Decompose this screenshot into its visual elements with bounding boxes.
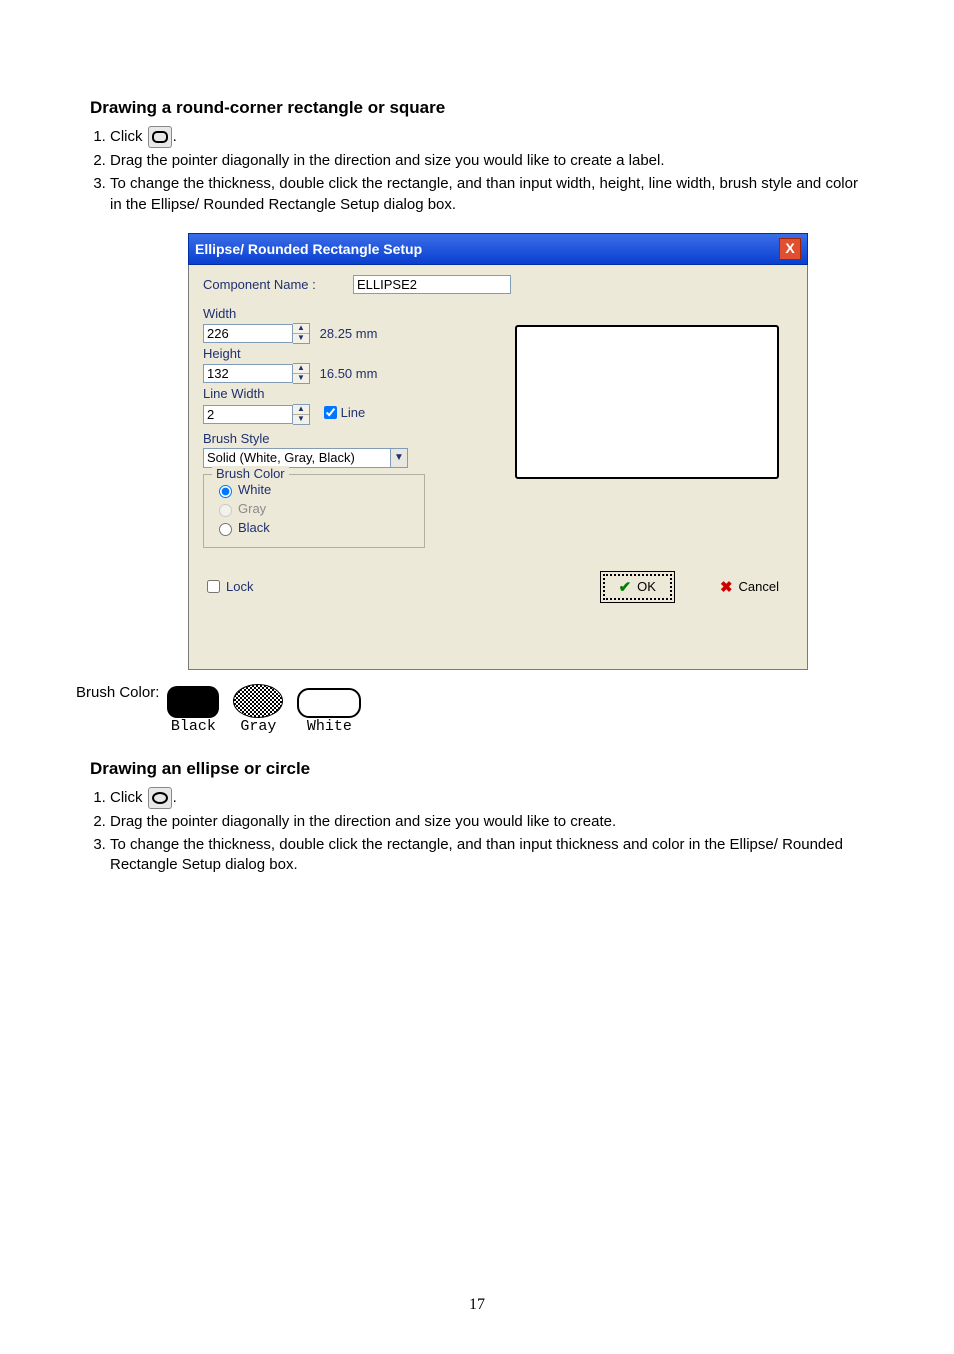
page-number: 17 [90, 1296, 864, 1314]
section-heading-ellipse: Drawing an ellipse or circle [90, 759, 864, 779]
radio-white-label: White [238, 482, 271, 497]
cancel-button-label: Cancel [739, 579, 779, 594]
step-b1: Click . [110, 787, 864, 809]
rounded-rect-tool-icon [148, 126, 172, 148]
step-1: Click . [110, 126, 864, 148]
dialog-body: Component Name : Width ▲▼ 28.25 mm Heigh… [188, 265, 808, 670]
spin-down-icon[interactable]: ▼ [293, 415, 309, 424]
close-button[interactable]: X [779, 238, 801, 260]
shape-preview [515, 325, 779, 479]
line-checkbox-label: Line [341, 405, 366, 420]
ok-button-label: OK [637, 579, 656, 594]
step-2: Drag the pointer diagonally in the direc… [110, 151, 864, 171]
radio-white[interactable]: White [214, 482, 414, 498]
brushstyle-select[interactable]: ▼ [203, 448, 408, 468]
ellipse-tool-icon [148, 787, 172, 809]
check-icon: ✔ [619, 578, 632, 596]
cancel-button[interactable]: ✖ Cancel [706, 574, 793, 600]
dropdown-arrow-icon[interactable]: ▼ [391, 448, 408, 468]
swatch-white-label: White [297, 718, 361, 735]
step-b1-text-a: Click [110, 789, 147, 806]
lock-checkbox[interactable]: Lock [203, 577, 253, 596]
radio-gray: Gray [214, 501, 414, 517]
width-input[interactable] [203, 324, 293, 343]
radio-gray-label: Gray [238, 501, 266, 516]
linewidth-spin-buttons[interactable]: ▲▼ [293, 404, 310, 425]
swatch-gray-icon [233, 684, 283, 718]
brush-color-example-label: Brush Color: [76, 684, 159, 701]
section-heading-rounded-rect: Drawing a round-corner rectangle or squa… [90, 98, 864, 118]
swatch-gray-col: Gray [233, 684, 283, 735]
swatch-black-label: Black [167, 718, 219, 735]
brush-color-example: Brush Color: Black Gray White [76, 684, 864, 735]
dialog-title: Ellipse/ Rounded Rectangle Setup [195, 241, 422, 257]
step-1-text-b: . [173, 128, 177, 145]
steps-ellipse: Click . Drag the pointer diagonally in t… [110, 787, 864, 876]
lock-checkbox-input[interactable] [207, 580, 220, 593]
width-spin-buttons[interactable]: ▲▼ [293, 323, 310, 344]
swatch-white-col: White [297, 688, 361, 735]
radio-black[interactable]: Black [214, 520, 414, 536]
height-spinner[interactable]: ▲▼ [203, 363, 310, 384]
spin-down-icon[interactable]: ▼ [293, 334, 309, 343]
lock-checkbox-label: Lock [226, 579, 253, 594]
brush-color-group: Brush Color White Gray Black [203, 474, 425, 548]
width-mm: 28.25 mm [320, 326, 378, 341]
dialog-title-bar: Ellipse/ Rounded Rectangle Setup X [188, 233, 808, 265]
swatch-gray-label: Gray [233, 718, 283, 735]
linewidth-input[interactable] [203, 405, 293, 424]
step-b3: To change the thickness, double click th… [110, 835, 864, 876]
step-3: To change the thickness, double click th… [110, 174, 864, 215]
line-checkbox[interactable]: Line [320, 403, 366, 422]
step-b1-text-b: . [173, 789, 177, 806]
steps-rounded-rect: Click . Drag the pointer diagonally in t… [110, 126, 864, 215]
radio-white-input[interactable] [219, 485, 232, 498]
linewidth-spinner[interactable]: ▲▼ [203, 404, 310, 425]
swatch-black-icon [167, 686, 219, 718]
line-checkbox-input[interactable] [324, 406, 337, 419]
width-spinner[interactable]: ▲▼ [203, 323, 310, 344]
brush-color-legend: Brush Color [212, 466, 289, 481]
height-input[interactable] [203, 364, 293, 383]
component-name-input[interactable] [353, 275, 511, 294]
radio-black-label: Black [238, 520, 270, 535]
height-spin-buttons[interactable]: ▲▼ [293, 363, 310, 384]
ok-button[interactable]: ✔ OK [603, 574, 672, 600]
spin-down-icon[interactable]: ▼ [293, 374, 309, 383]
brushstyle-value[interactable] [203, 448, 391, 468]
radio-black-input[interactable] [219, 523, 232, 536]
swatch-black-col: Black [167, 686, 219, 735]
width-label: Width [203, 306, 793, 321]
height-mm: 16.50 mm [320, 366, 378, 381]
dialog-ellipse-setup: Ellipse/ Rounded Rectangle Setup X Compo… [188, 233, 808, 670]
swatch-white-icon [297, 688, 361, 718]
step-1-text-a: Click [110, 128, 147, 145]
x-icon: ✖ [720, 578, 733, 596]
component-name-label: Component Name : [203, 277, 353, 292]
step-b2: Drag the pointer diagonally in the direc… [110, 812, 864, 832]
radio-gray-input [219, 504, 232, 517]
